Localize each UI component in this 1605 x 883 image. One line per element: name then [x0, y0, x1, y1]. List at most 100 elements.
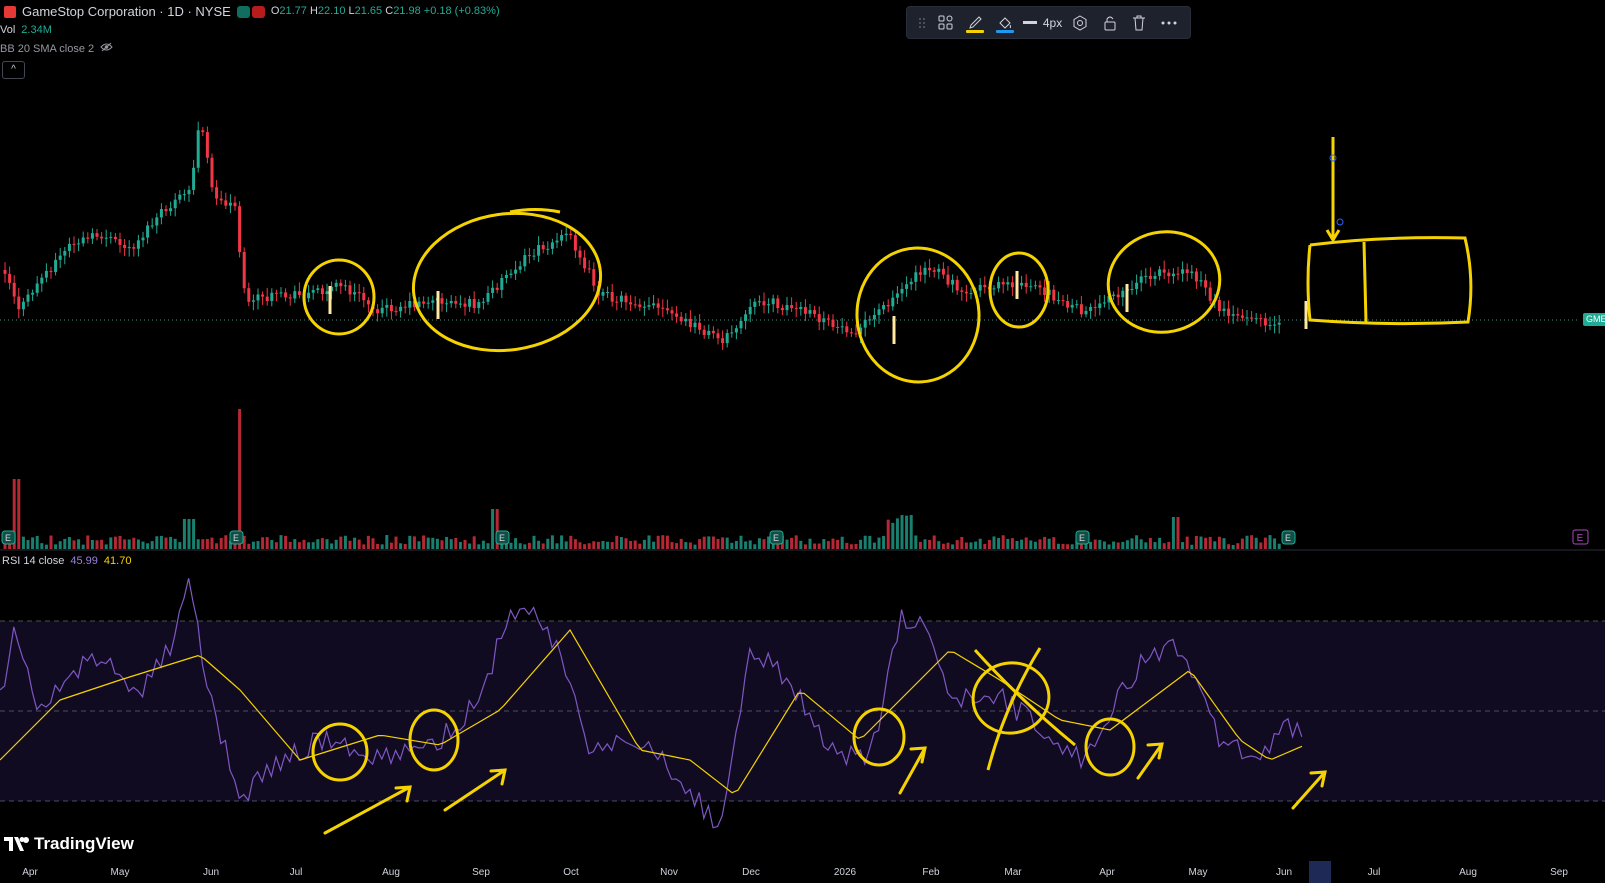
- volume-bar: [343, 535, 347, 549]
- candle-body: [647, 305, 651, 307]
- tradingview-logo[interactable]: TradingView: [4, 834, 134, 854]
- market-status-icon[interactable]: [236, 5, 250, 18]
- volume-bar: [537, 540, 541, 549]
- volume-bar: [1217, 536, 1221, 549]
- chart-canvas[interactable]: EEEEEEE: [0, 0, 1605, 882]
- candle-body: [224, 200, 228, 206]
- candle-body: [440, 298, 444, 304]
- volume-bar: [1107, 544, 1111, 549]
- volume-bar: [987, 539, 991, 549]
- time-axis-label[interactable]: May: [111, 867, 130, 878]
- candle-body: [1102, 302, 1106, 304]
- candle-body: [58, 255, 62, 260]
- candle-body: [1135, 282, 1139, 289]
- candle-body: [504, 274, 508, 278]
- bb-indicator-label[interactable]: BB 20 SMA close 2: [0, 40, 94, 59]
- volume-bar: [992, 536, 996, 549]
- line-width-button[interactable]: 4px: [1020, 6, 1066, 39]
- price-change: +0.18 (+0.83%): [423, 5, 500, 17]
- candle-body: [1139, 276, 1143, 283]
- fill-color-button[interactable]: [990, 6, 1020, 39]
- time-axis-label[interactable]: Sep: [1550, 867, 1568, 878]
- candle-body: [357, 292, 361, 294]
- volume-bar: [1171, 517, 1175, 549]
- status-badges[interactable]: [236, 5, 265, 18]
- volume-bar: [178, 542, 182, 549]
- volume-bar: [196, 539, 200, 549]
- candle-body: [707, 330, 711, 336]
- volume-bar: [399, 543, 403, 549]
- volume-bar: [941, 543, 945, 549]
- candle-body: [54, 259, 58, 272]
- volume-bar: [1194, 535, 1198, 549]
- volume-bar: [320, 538, 324, 549]
- time-axis-label[interactable]: 2026: [834, 867, 856, 878]
- time-axis-label[interactable]: Nov: [660, 867, 678, 878]
- time-axis-label[interactable]: May: [1189, 867, 1208, 878]
- candle-body: [803, 306, 807, 314]
- collapse-legend-button[interactable]: ^: [2, 61, 25, 79]
- candle-body: [1222, 308, 1226, 311]
- time-axis-label[interactable]: Dec: [742, 867, 760, 878]
- time-axis-label[interactable]: Apr: [22, 867, 38, 878]
- candle-body: [753, 301, 757, 307]
- candle-body: [578, 250, 582, 258]
- volume-bar: [937, 541, 941, 549]
- trash-icon[interactable]: [1125, 6, 1155, 39]
- price-tag[interactable]: GME: [1583, 313, 1605, 326]
- more-options-icon[interactable]: [1154, 6, 1184, 39]
- candle-body: [380, 307, 384, 314]
- candle-body: [905, 284, 909, 289]
- volume-bar: [762, 539, 766, 549]
- settings-icon[interactable]: [1065, 6, 1095, 39]
- volume-bar: [725, 537, 729, 549]
- time-axis-label[interactable]: Aug: [382, 867, 400, 878]
- time-axis-label[interactable]: Aug: [1459, 867, 1477, 878]
- candle-body: [886, 305, 890, 307]
- time-axis-label[interactable]: Apr: [1099, 867, 1115, 878]
- time-axis-label[interactable]: Sep: [472, 867, 490, 878]
- candle-body: [1121, 290, 1125, 298]
- time-axis-label[interactable]: Feb: [922, 867, 939, 878]
- time-axis-label[interactable]: Jul: [290, 867, 303, 878]
- time-axis-label[interactable]: Jun: [1276, 867, 1292, 878]
- volume-bar: [951, 544, 955, 549]
- volume-bar: [615, 535, 619, 549]
- candle-body: [164, 209, 168, 212]
- rsi-label[interactable]: RSI 14 close: [2, 555, 64, 567]
- volume-bar: [734, 540, 738, 549]
- volume-label[interactable]: Vol: [0, 21, 15, 40]
- candle-body: [1010, 282, 1014, 288]
- candle-body: [1089, 307, 1093, 311]
- time-axis-label[interactable]: Jul: [1368, 867, 1381, 878]
- hidden-eye-icon[interactable]: [100, 40, 113, 59]
- volume-bar: [376, 543, 380, 549]
- candle-body: [458, 303, 462, 305]
- volume-bar: [279, 535, 283, 549]
- volume-bar: [629, 540, 633, 549]
- time-axis-current-marker[interactable]: [1309, 861, 1331, 883]
- volume-bar: [150, 541, 154, 549]
- gme-logo-icon[interactable]: [4, 5, 16, 18]
- candle-body: [251, 300, 255, 302]
- time-axis-label[interactable]: Jun: [203, 867, 219, 878]
- candle-body: [362, 292, 366, 301]
- templates-icon[interactable]: [931, 6, 961, 39]
- candle-body: [256, 294, 260, 301]
- rsi-pane: [0, 578, 1605, 829]
- candle-body: [178, 194, 182, 200]
- candle-body: [790, 305, 794, 309]
- drag-handle-icon[interactable]: [913, 6, 931, 39]
- candle-body: [527, 255, 531, 257]
- symbol-title[interactable]: GameStop Corporation · 1D · NYSE: [22, 2, 231, 21]
- volume-bar: [1079, 543, 1083, 549]
- time-axis-label[interactable]: Mar: [1004, 867, 1021, 878]
- candle-body: [1098, 303, 1102, 309]
- time-axis-label[interactable]: Oct: [563, 867, 579, 878]
- candle-body: [21, 301, 25, 310]
- lock-icon[interactable]: [1095, 6, 1125, 39]
- volume-bar: [826, 541, 830, 549]
- line-color-button[interactable]: [960, 6, 990, 39]
- candle-body: [1070, 304, 1074, 308]
- data-delay-icon[interactable]: [251, 5, 265, 18]
